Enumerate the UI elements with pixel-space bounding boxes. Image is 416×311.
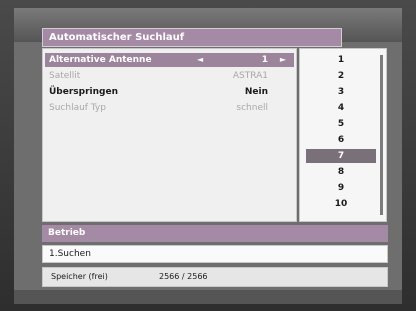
menu-row-label: Satellit	[49, 71, 81, 81]
menu-row-ueberspringen[interactable]: Überspringen Nein	[45, 85, 294, 99]
menu-row-value: ASTRA1	[232, 71, 268, 81]
list-item[interactable]: 6	[306, 133, 376, 147]
menu-row-satellit[interactable]: Satellit ASTRA1	[45, 69, 294, 83]
menu-row-label: Suchlauf Typ	[49, 103, 106, 113]
menu-row-alternative-antenne[interactable]: Alternative Antenne ◄ 1 ►	[45, 53, 294, 67]
memory-label: Speicher (frei)	[51, 272, 108, 281]
operation-header: Betrieb	[42, 225, 388, 242]
menu-row-value: 1	[261, 55, 268, 65]
arrow-left-icon[interactable]: ◄	[197, 53, 203, 67]
list-item[interactable]: 2	[306, 69, 376, 83]
operation-status: 1.Suchen	[42, 245, 388, 263]
memory-status-bar: Speicher (frei) 2566 / 2566	[42, 267, 388, 287]
list-item[interactable]: 8	[306, 165, 376, 179]
list-item[interactable]: 9	[306, 181, 376, 195]
list-item[interactable]: 3	[306, 85, 376, 99]
settings-menu: Alternative Antenne ◄ 1 ► Satellit ASTRA…	[42, 48, 297, 222]
antenna-list: 1 2 3 4 5 6 7 8 9 10	[299, 48, 387, 222]
scrollbar[interactable]	[380, 55, 383, 215]
menu-row-suchlauf-typ[interactable]: Suchlauf Typ schnell	[45, 101, 294, 115]
memory-value: 2566 / 2566	[159, 272, 208, 281]
scrollbar-thumb[interactable]	[380, 55, 383, 215]
arrow-right-icon[interactable]: ►	[280, 53, 286, 67]
list-item[interactable]: 4	[306, 101, 376, 115]
menu-row-label: Überspringen	[49, 87, 118, 97]
list-item-selected[interactable]: 7	[306, 149, 376, 163]
bottom-shadow	[14, 290, 402, 304]
menu-row-label: Alternative Antenne	[49, 55, 152, 65]
menu-row-value: schnell	[236, 103, 268, 113]
list-item[interactable]: 1	[306, 53, 376, 67]
list-item[interactable]: 10	[306, 197, 376, 211]
list-item[interactable]: 5	[306, 117, 376, 131]
window-title: Automatischer Suchlauf	[42, 28, 342, 47]
menu-row-value: Nein	[244, 87, 268, 97]
